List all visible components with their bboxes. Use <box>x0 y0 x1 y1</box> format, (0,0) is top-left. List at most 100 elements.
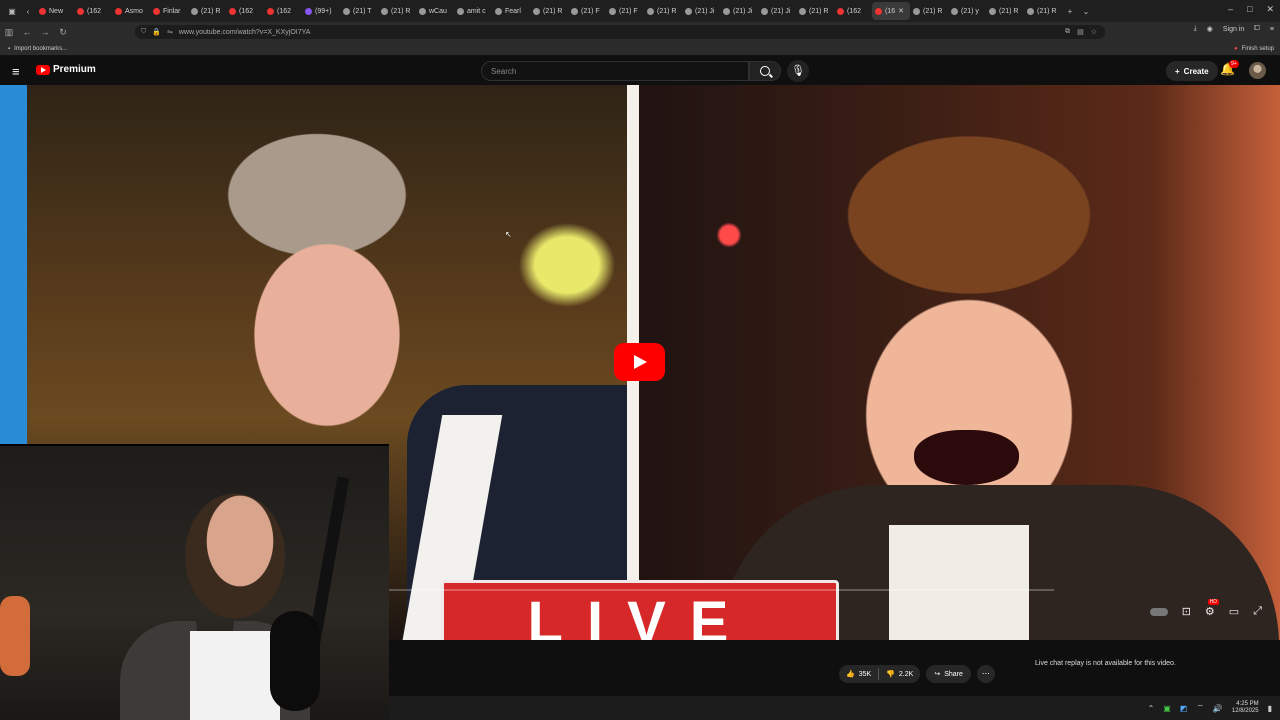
youtube-premium-logo[interactable]: Premium <box>36 64 96 75</box>
browser-tab[interactable]: (16 ✕ <box>872 2 910 20</box>
video-actions: 👍 35K 👎 2.2K ↪ Share ⋯ <box>839 665 995 683</box>
tab-label: amit c <box>467 7 486 15</box>
tab-favicon-icon <box>229 7 236 15</box>
browser-tab[interactable]: (21) F <box>606 2 644 20</box>
browser-tab[interactable]: (21) R <box>378 2 416 20</box>
tab-actions-icon[interactable]: ▣ <box>4 7 20 16</box>
tab-close-icon[interactable]: ✕ <box>898 7 904 15</box>
hd-badge: HD <box>1207 599 1219 605</box>
browser-tab[interactable]: (21) R <box>188 2 226 20</box>
sign-in-label[interactable]: Sign in <box>1223 26 1244 33</box>
shield-icon[interactable]: ⛉ <box>141 28 146 36</box>
progress-bar[interactable] <box>389 589 1054 591</box>
extensions-icon[interactable]: ⧠ <box>1254 25 1260 33</box>
browser-tab[interactable]: (21) T <box>340 2 378 20</box>
hamburger-menu-icon[interactable]: ≡ <box>12 64 20 79</box>
browser-tab[interactable]: Asmo <box>112 2 150 20</box>
bookmarks-bar: ▪ Import bookmarks... ● Finish setup <box>0 42 1280 56</box>
tab-favicon-icon <box>951 7 958 15</box>
browser-tab[interactable]: (21) R <box>986 2 1024 20</box>
tab-favicon-icon <box>723 7 730 15</box>
browser-tab[interactable]: (21) Ji <box>682 2 720 20</box>
tab-favicon-icon <box>153 7 160 15</box>
lock-icon[interactable]: 🔒 <box>152 28 161 36</box>
avatar[interactable] <box>1249 62 1266 79</box>
back-icon[interactable]: ← <box>18 27 36 37</box>
tray-overflow-icon[interactable]: ⌃ <box>1148 704 1155 713</box>
finish-setup[interactable]: ● Finish setup <box>1234 42 1274 56</box>
notification-count-badge: 9+ <box>1229 60 1239 68</box>
star-icon[interactable]: ☆ <box>1091 28 1097 36</box>
system-clock[interactable]: 4:25 PM 12/8/2025 <box>1232 701 1259 715</box>
minimize-icon[interactable]: – <box>1228 4 1233 15</box>
tab-label: (21) R <box>391 7 411 15</box>
menu-icon[interactable]: ≡ <box>1270 26 1274 33</box>
wifi-icon[interactable]: ⌔ <box>1196 703 1204 713</box>
shirt-shape <box>889 525 1029 640</box>
toolbar-right: ⤓ ◉ Sign in ⧠ ≡ <box>1194 25 1274 33</box>
autoplay-toggle[interactable] <box>1149 607 1168 616</box>
tab-scroll-left-icon[interactable]: ‹ <box>20 7 36 16</box>
browser-tab[interactable]: (21) R <box>796 2 834 20</box>
close-window-icon[interactable]: ✕ <box>1266 4 1274 15</box>
like-button[interactable]: 👍 35K <box>839 670 878 679</box>
create-button[interactable]: + Create <box>1166 61 1218 81</box>
reload-icon[interactable]: ↻ <box>54 27 72 38</box>
browser-tab[interactable]: New <box>36 2 74 20</box>
browser-tab[interactable]: Finlar <box>150 2 188 20</box>
download-icon[interactable]: ⤓ <box>1194 25 1197 33</box>
tab-search-icon[interactable]: ⌄ <box>1078 7 1094 16</box>
url-field[interactable]: ⛉ 🔒 ⇋ www.youtube.com/watch?v=X_KXyjOI7Y… <box>135 25 1105 39</box>
play-button-icon[interactable] <box>614 343 665 381</box>
browser-tab[interactable]: (21) y <box>948 2 986 20</box>
sidebar-toggle-icon[interactable]: ▥ <box>0 27 18 38</box>
browser-tab[interactable]: (21) R <box>644 2 682 20</box>
browser-tab[interactable]: (162 <box>226 2 264 20</box>
browser-tab[interactable]: (21) F <box>568 2 606 20</box>
browser-tab[interactable]: (162 <box>74 2 112 20</box>
share-button[interactable]: ↪ Share <box>926 665 971 683</box>
tab-favicon-icon <box>381 7 388 15</box>
import-bookmarks-link[interactable]: Import bookmarks... <box>14 46 67 52</box>
search-input[interactable]: Search <box>481 61 749 81</box>
microphone-icon[interactable]: 🎙 <box>787 60 809 82</box>
dislike-button[interactable]: 👎 2.2K <box>879 670 920 679</box>
browser-tab[interactable]: (21) Ji <box>758 2 796 20</box>
tab-label: (162 <box>239 7 254 15</box>
volume-icon[interactable]: 🔊 <box>1213 704 1223 713</box>
site-settings-icon[interactable]: ⇋ <box>167 28 173 36</box>
reader-icon[interactable]: ▤ <box>1077 28 1084 36</box>
tab-label: (21) R <box>999 7 1019 15</box>
browser-tab[interactable]: (21) R <box>530 2 568 20</box>
forward-icon[interactable]: → <box>36 27 54 37</box>
theater-mode-icon[interactable]: ▭ <box>1229 605 1239 618</box>
browser-tab[interactable]: amit c <box>454 2 492 20</box>
setup-icon: ● <box>1234 46 1238 52</box>
browser-tab[interactable]: (99+) <box>302 2 340 20</box>
browser-tab[interactable]: (162 <box>834 2 872 20</box>
more-options-icon[interactable]: ⋯ <box>976 665 995 683</box>
screenshot-icon[interactable]: ⧉ <box>1065 28 1070 36</box>
maximize-icon[interactable]: □ <box>1247 4 1252 15</box>
browser-tab[interactable]: (21) R <box>1024 2 1062 20</box>
clock-time: 4:25 PM <box>1236 701 1259 707</box>
new-tab-icon[interactable]: + <box>1062 7 1078 16</box>
import-icon: ▪ <box>8 45 11 52</box>
tab-label: (21) Ji <box>771 7 791 15</box>
subtitles-icon[interactable]: ⊡ <box>1182 605 1191 618</box>
notification-center-icon[interactable]: ▮ <box>1268 704 1272 713</box>
fullscreen-icon[interactable]: ⤢ <box>1253 605 1262 618</box>
browser-tab-strip: ▣ ‹ New (162 Asmo Finlar (21) R (162 (162 (99+)… <box>0 0 1280 22</box>
tray-app-icon[interactable]: ▣ <box>1163 704 1171 713</box>
browser-tab[interactable]: wCau <box>416 2 454 20</box>
settings-gear-icon[interactable]: ⚙ <box>1205 605 1215 618</box>
search-icon[interactable] <box>749 61 781 81</box>
browser-tab[interactable]: (21) R <box>910 2 948 20</box>
browser-tab[interactable]: (21) Ji <box>720 2 758 20</box>
tab-label: (21) T <box>353 7 372 15</box>
browser-tab[interactable]: (162 <box>264 2 302 20</box>
tab-label: Fearl <box>505 7 521 15</box>
browser-tab[interactable]: Fearl <box>492 2 530 20</box>
profile-icon[interactable]: ◉ <box>1207 25 1213 33</box>
tray-app-icon-2[interactable]: ◩ <box>1180 704 1188 713</box>
